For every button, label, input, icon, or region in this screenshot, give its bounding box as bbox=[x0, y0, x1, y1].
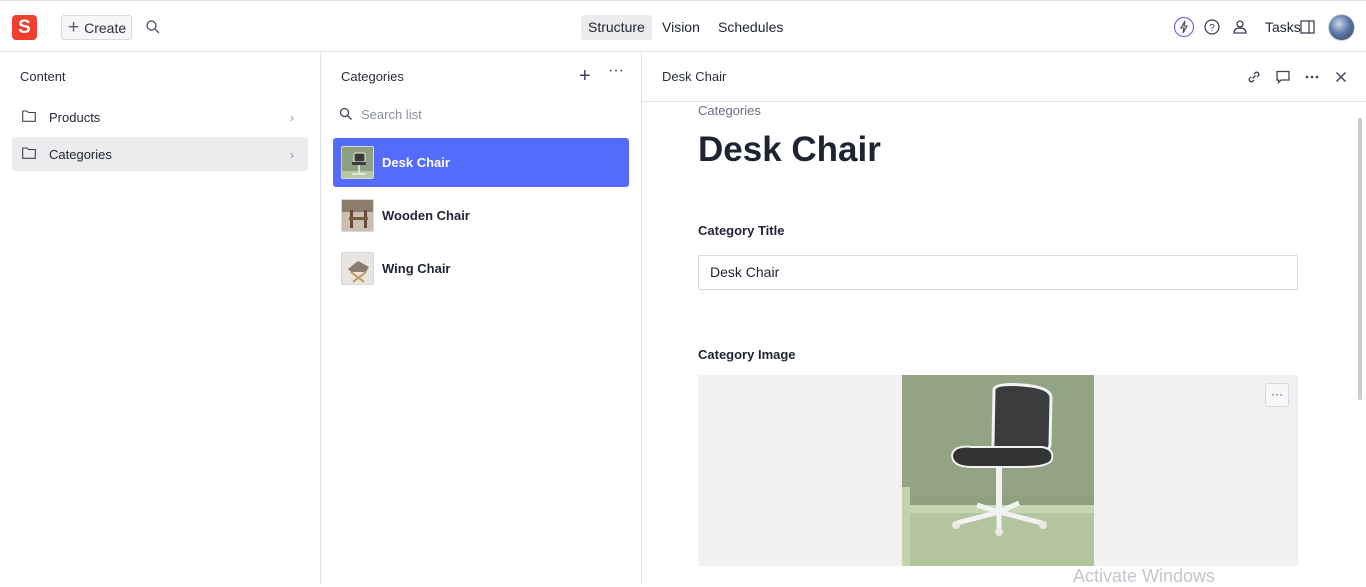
wooden-chair-thumbnail bbox=[341, 199, 374, 232]
tasks-label[interactable]: Tasks bbox=[1265, 19, 1301, 35]
search-list-placeholder: Search list bbox=[361, 106, 422, 122]
more-menu-icon[interactable]: ··· bbox=[608, 62, 624, 80]
document-header: Desk Chair bbox=[642, 52, 1366, 102]
image-options-button[interactable]: ··· bbox=[1265, 383, 1289, 407]
folder-icon bbox=[22, 110, 36, 122]
category-image-label: Category Image bbox=[698, 347, 796, 362]
category-title-input[interactable]: Desk Chair bbox=[698, 255, 1298, 290]
content-item-label: Products bbox=[49, 109, 101, 125]
chevron-right-icon: › bbox=[290, 111, 294, 125]
desk-chair-image bbox=[902, 375, 1094, 566]
help-icon[interactable]: ? bbox=[1202, 17, 1222, 37]
create-label: Create bbox=[84, 19, 127, 36]
list-item-label: Wing Chair bbox=[382, 261, 451, 276]
list-item-label: Desk Chair bbox=[382, 155, 450, 170]
panel-icon[interactable] bbox=[1299, 18, 1317, 36]
scrollbar[interactable] bbox=[1358, 118, 1362, 400]
chevron-right-icon: › bbox=[290, 148, 294, 162]
nav-schedules[interactable]: Schedules bbox=[711, 15, 790, 40]
link-icon[interactable] bbox=[1245, 68, 1263, 86]
plus-icon: + bbox=[68, 17, 80, 38]
categories-pane: Categories + ··· Search list Desk Chair bbox=[321, 52, 642, 584]
folder-icon bbox=[22, 147, 36, 159]
document-pane: Desk Chair Categories Desk Chair Categor… bbox=[642, 52, 1366, 584]
breadcrumb[interactable]: Categories bbox=[698, 103, 761, 118]
nav-vision[interactable]: Vision bbox=[655, 15, 707, 40]
category-title-label: Category Title bbox=[698, 223, 785, 238]
document-header-title: Desk Chair bbox=[662, 69, 727, 84]
categories-pane-title: Categories bbox=[341, 69, 404, 84]
content-item-categories[interactable]: Categories › bbox=[12, 137, 308, 171]
content-pane: Content Products › Categories › bbox=[0, 52, 321, 584]
add-document-button[interactable]: + bbox=[579, 66, 591, 86]
more-icon[interactable] bbox=[1303, 68, 1321, 86]
lightning-icon[interactable] bbox=[1173, 16, 1195, 38]
category-image-field[interactable]: ··· bbox=[698, 375, 1298, 566]
desk-chair-thumbnail bbox=[341, 146, 374, 179]
svg-text:?: ? bbox=[1209, 23, 1215, 34]
search-icon[interactable] bbox=[145, 19, 161, 35]
list-item-desk-chair[interactable]: Desk Chair bbox=[333, 138, 629, 187]
wing-chair-thumbnail bbox=[341, 252, 374, 285]
close-icon[interactable] bbox=[1332, 68, 1350, 86]
search-icon bbox=[339, 107, 352, 120]
comment-icon[interactable] bbox=[1274, 68, 1292, 86]
content-item-label: Categories bbox=[49, 146, 112, 162]
search-list-field[interactable]: Search list bbox=[339, 104, 629, 124]
nav-structure[interactable]: Structure bbox=[581, 15, 652, 40]
users-icon[interactable] bbox=[1231, 17, 1251, 37]
list-item-wing-chair[interactable]: Wing Chair bbox=[333, 244, 629, 293]
studio-logo[interactable]: S bbox=[12, 15, 37, 40]
content-pane-title: Content bbox=[20, 69, 66, 84]
list-item-wooden-chair[interactable]: Wooden Chair bbox=[333, 191, 629, 240]
create-button[interactable]: + Create bbox=[61, 15, 132, 40]
user-avatar[interactable] bbox=[1328, 14, 1355, 41]
document-title: Desk Chair bbox=[698, 130, 881, 169]
list-item-label: Wooden Chair bbox=[382, 208, 470, 223]
top-bar: S + Create Structure Vision Schedules ? … bbox=[0, 0, 1366, 52]
content-item-products[interactable]: Products › bbox=[12, 100, 308, 134]
